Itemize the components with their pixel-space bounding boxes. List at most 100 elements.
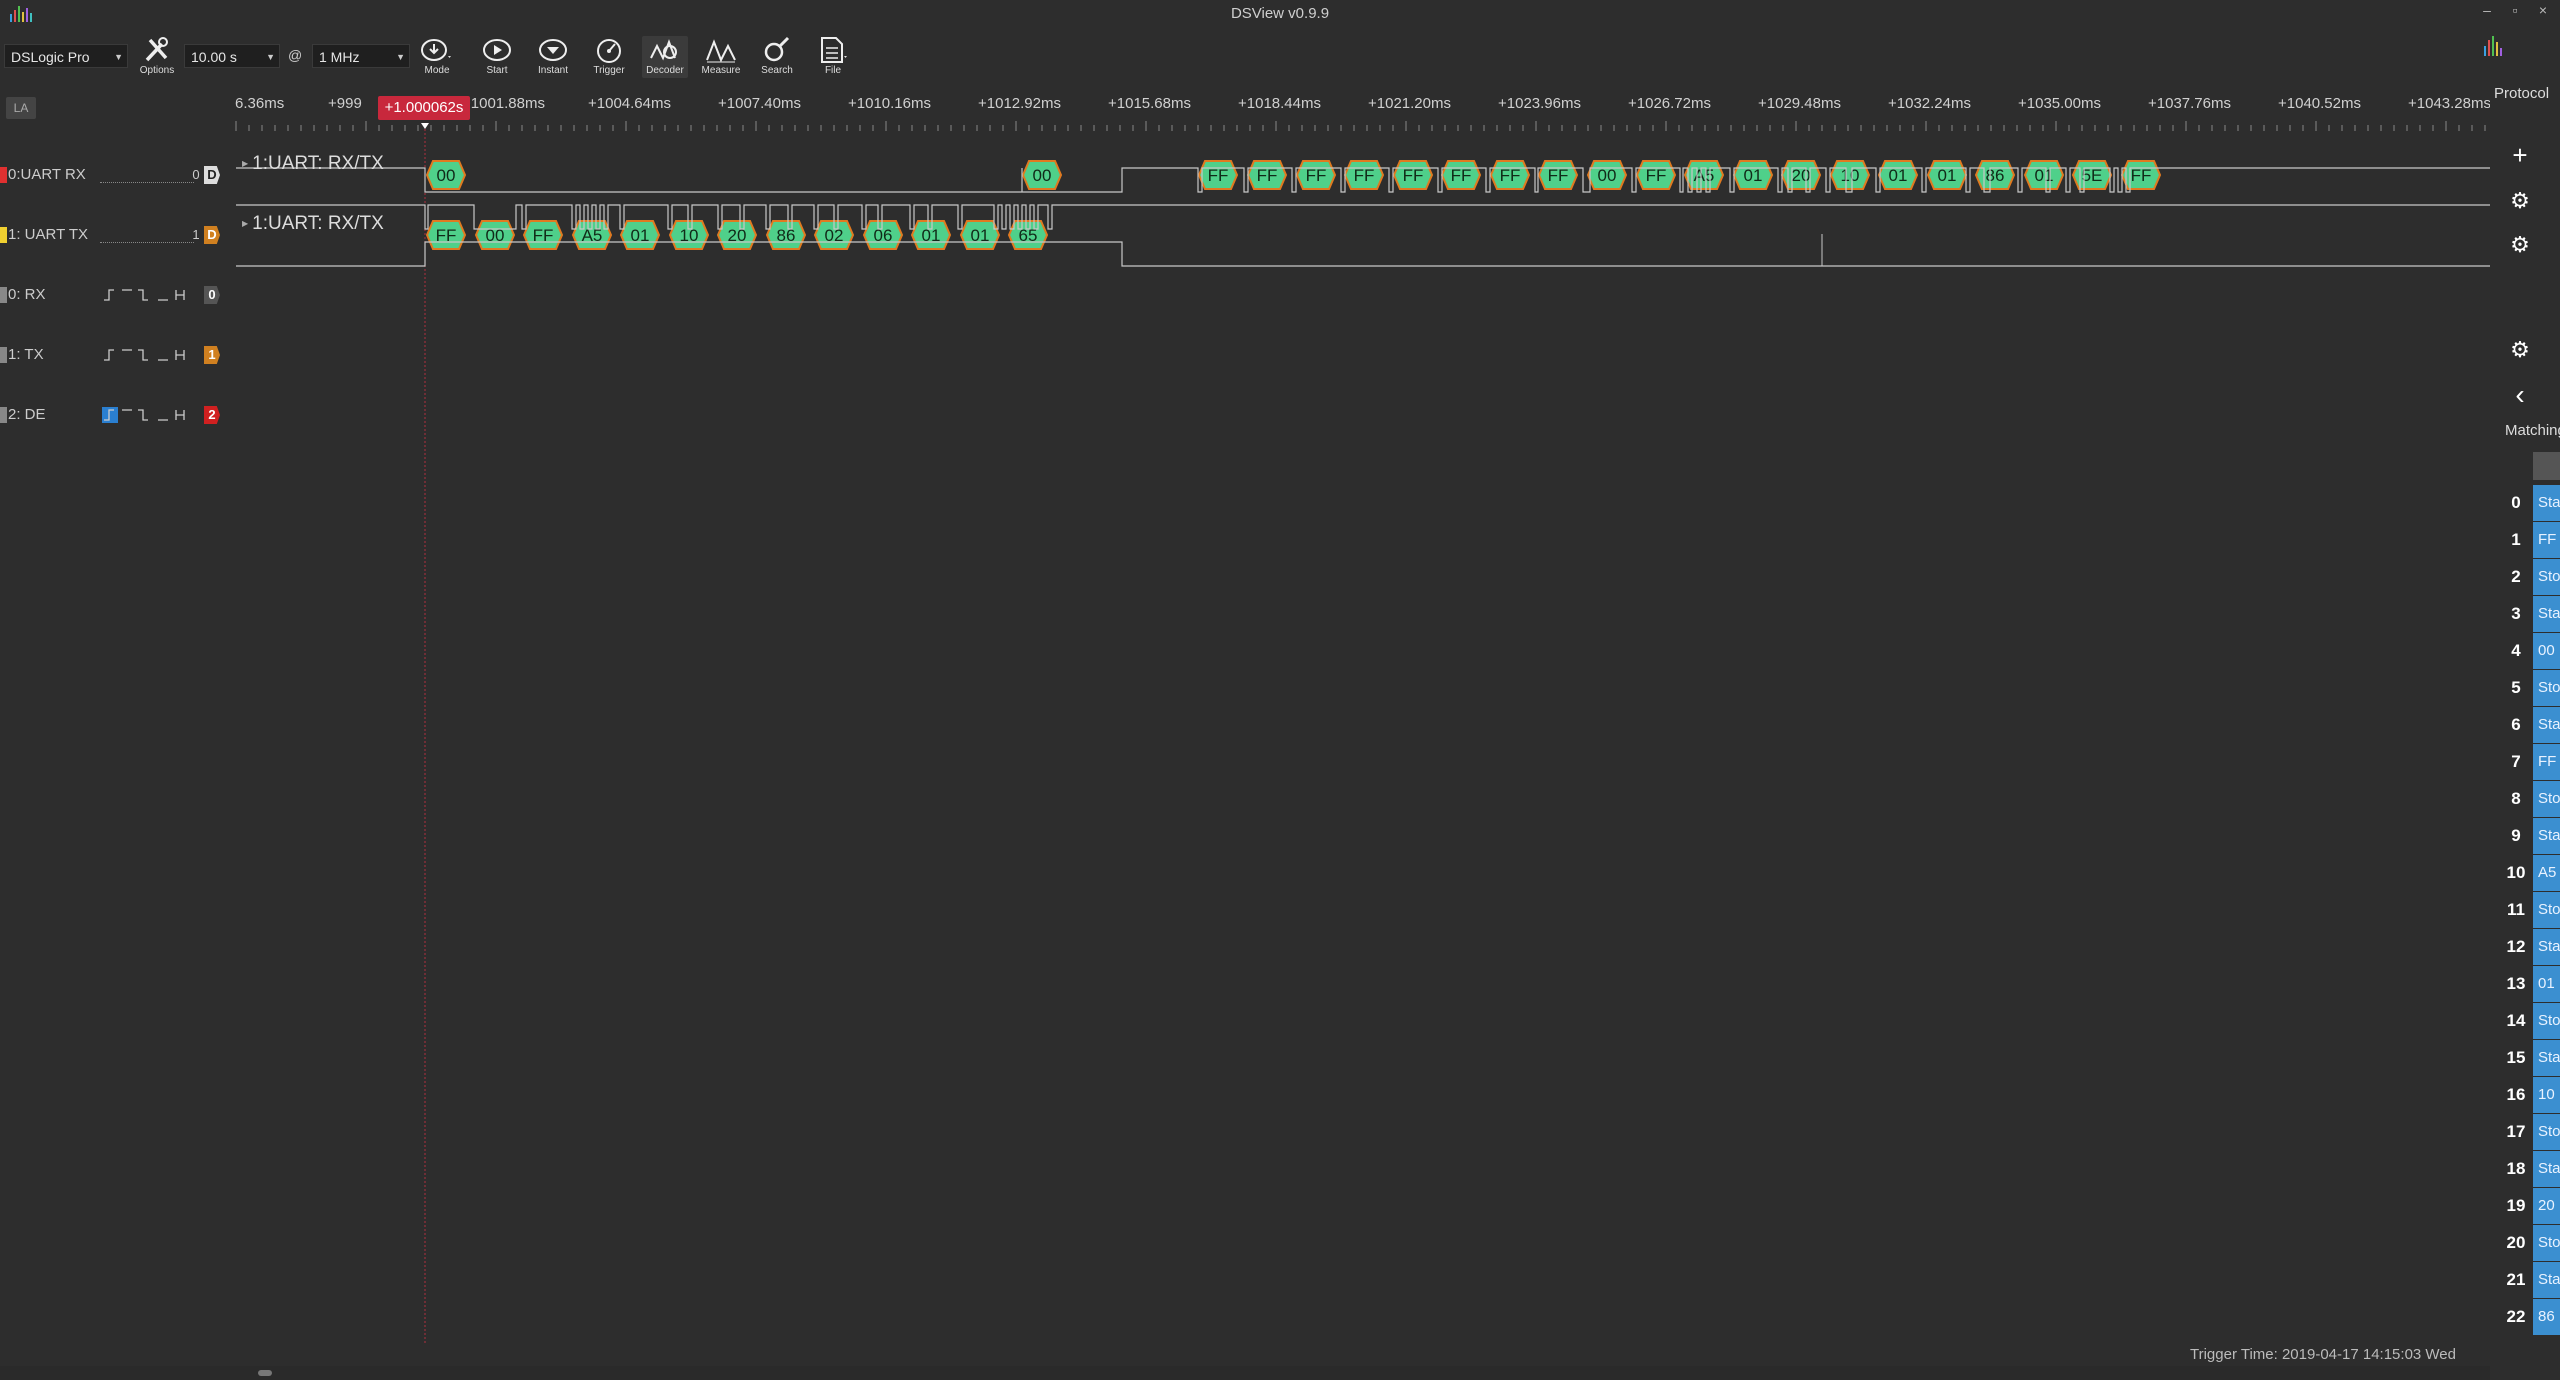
- protocol-list-row[interactable]: 18Start: [2500, 1151, 2560, 1187]
- samplerate-select[interactable]: 1 MHz ▼: [312, 44, 410, 68]
- decoder-icon: [650, 39, 677, 61]
- cursor-marker-icon: [421, 123, 429, 129]
- chevron-down-icon: ▼: [266, 52, 275, 62]
- row-value: 86: [2533, 1299, 2560, 1335]
- file-button[interactable]: File: [810, 36, 856, 78]
- channel-color-swatch: [0, 287, 7, 303]
- tx-decoder-row[interactable]: FF 00 FF A5 01 10 20 86 02 06 01 01 65: [425, 220, 1049, 250]
- start-button[interactable]: Start: [474, 36, 520, 78]
- protocol-list-row[interactable]: 8Stop: [2500, 781, 2560, 817]
- channel-row-rx[interactable]: 0: RX 0: [0, 282, 240, 308]
- duration-select[interactable]: 10.00 s ▼: [184, 44, 280, 68]
- row-index: 19: [2500, 1188, 2532, 1224]
- scroll-thumb[interactable]: [258, 1370, 272, 1376]
- protocol-list-row[interactable]: 21Start: [2500, 1262, 2560, 1298]
- protocol-list-row[interactable]: 1 FF: [2500, 522, 2560, 558]
- protocol-list-row[interactable]: 16 10: [2500, 1077, 2560, 1113]
- protocol-list-row[interactable]: 11Stop: [2500, 892, 2560, 928]
- protocol-list-row[interactable]: 2Stop: [2500, 559, 2560, 595]
- protocol-list-row[interactable]: 13 01: [2500, 966, 2560, 1002]
- row-value: Stop: [2533, 670, 2560, 706]
- channel-row-de[interactable]: 2: DE 2: [0, 402, 240, 428]
- search-icon: [764, 36, 790, 62]
- horizontal-scrollbar[interactable]: [0, 1366, 2490, 1380]
- decoded-byte-label: FF: [1306, 166, 1327, 185]
- expand-icon[interactable]: ▶: [242, 159, 248, 168]
- decoded-byte-label: FF: [1208, 166, 1229, 185]
- close-icon[interactable]: ×: [2532, 2, 2554, 18]
- channel-name: 1: UART TX: [8, 226, 89, 243]
- row-index: 6: [2500, 707, 2532, 743]
- channel-name: 2: DE: [8, 406, 46, 423]
- dotted-leader: [100, 182, 194, 183]
- channel-name: 0:UART RX: [8, 166, 86, 183]
- decoder-settings-gear-icon[interactable]: ⚙: [2505, 230, 2535, 260]
- protocol-list-row[interactable]: 20Stop: [2500, 1225, 2560, 1261]
- waveform-area[interactable]: 00 00 FF FF FF FF FF FF FF FF 00 FF A5 01 20 10 01 01 86 01…: [0, 95, 2490, 1345]
- window-title: DSView v0.9.9: [1230, 5, 1330, 22]
- mode-button[interactable]: Mode: [414, 36, 460, 78]
- settings-gear-icon[interactable]: ⚙: [2505, 335, 2535, 365]
- protocol-list-row[interactable]: 6Start: [2500, 707, 2560, 743]
- protocol-list-row[interactable]: 12Start: [2500, 929, 2560, 965]
- row-index: 15: [2500, 1040, 2532, 1076]
- protocol-list-row[interactable]: 15Start: [2500, 1040, 2560, 1076]
- decoder-button[interactable]: Decoder: [642, 36, 688, 78]
- protocol-list-row[interactable]: 5Stop: [2500, 670, 2560, 706]
- minimize-icon[interactable]: –: [2476, 2, 2498, 18]
- trigger-button[interactable]: Trigger: [586, 36, 632, 78]
- row-index: 13: [2500, 966, 2532, 1002]
- decoded-byte-label: FF: [1500, 166, 1521, 185]
- add-decoder-button[interactable]: +: [2505, 140, 2535, 170]
- decoder-tag[interactable]: D: [204, 166, 220, 184]
- channel-row-uart-tx[interactable]: 1: UART TX 1 D: [0, 222, 240, 248]
- protocol-list-row[interactable]: 22 86: [2500, 1299, 2560, 1335]
- protocol-list-row[interactable]: 3Start: [2500, 596, 2560, 632]
- search-button[interactable]: Search: [754, 36, 800, 78]
- decoded-byte-label: 00: [1033, 166, 1052, 185]
- device-select[interactable]: DSLogic Pro ▼: [4, 44, 128, 68]
- row-value: Stop: [2533, 781, 2560, 817]
- protocol-list-row[interactable]: 9Start: [2500, 818, 2560, 854]
- chevron-left-icon[interactable]: ‹: [2505, 380, 2535, 410]
- decoder-settings-gear-icon[interactable]: ⚙: [2505, 186, 2535, 216]
- row-index: 7: [2500, 744, 2532, 780]
- protocol-list-row[interactable]: 17Stop: [2500, 1114, 2560, 1150]
- instant-button[interactable]: Instant: [530, 36, 576, 78]
- protocol-list-row[interactable]: 19 20: [2500, 1188, 2560, 1224]
- decoded-byte-label: FF: [1646, 166, 1667, 185]
- row-index: 3: [2500, 596, 2532, 632]
- decoder-tag[interactable]: D: [204, 226, 220, 244]
- row-value: FF: [2533, 522, 2560, 558]
- trigger-type-icons[interactable]: [102, 347, 198, 363]
- expand-icon[interactable]: ▶: [242, 219, 248, 228]
- trigger-type-icons[interactable]: [102, 287, 198, 303]
- row-value: FF: [2533, 744, 2560, 780]
- measure-button[interactable]: Measure: [698, 36, 744, 78]
- row-index: 18: [2500, 1151, 2532, 1187]
- decoded-byte-label: 00: [437, 166, 456, 185]
- protocol-list-row[interactable]: 7 FF: [2500, 744, 2560, 780]
- options-button[interactable]: Options: [134, 36, 180, 78]
- restore-icon[interactable]: ▫: [2504, 2, 2526, 18]
- channel-index-tag[interactable]: 1: [204, 346, 220, 364]
- channel-row-uart-rx[interactable]: 0:UART RX 0 D: [0, 162, 240, 188]
- channel-index-tag[interactable]: 0: [204, 286, 220, 304]
- row-index: 10: [2500, 855, 2532, 891]
- title-bar: DSView v0.9.9 – ▫ ×: [0, 0, 2560, 28]
- protocol-list-row[interactable]: 0Start: [2500, 485, 2560, 521]
- decoded-byte-label: 20: [1792, 166, 1811, 185]
- protocol-list-row[interactable]: 10 A5: [2500, 855, 2560, 891]
- rx-decoder-row[interactable]: 00 00 FF FF FF FF FF FF FF FF 00 FF A5 01 20 10 01 01 86 01…: [425, 160, 2162, 190]
- channel-row-tx[interactable]: 1: TX 1: [0, 342, 240, 368]
- protocol-list-row[interactable]: 14Stop: [2500, 1003, 2560, 1039]
- row-value: 00: [2533, 633, 2560, 669]
- trigger-type-icons[interactable]: [102, 407, 198, 423]
- decoded-byte-label: 01: [1744, 166, 1763, 185]
- chevron-down-icon: ▼: [114, 52, 123, 62]
- decoded-byte-label: 86: [1986, 166, 2005, 185]
- protocol-list-row[interactable]: 4 00: [2500, 633, 2560, 669]
- row-index: 1: [2500, 522, 2532, 558]
- channel-index-tag[interactable]: 2: [204, 406, 220, 424]
- decoded-byte-label: FF: [1451, 166, 1472, 185]
